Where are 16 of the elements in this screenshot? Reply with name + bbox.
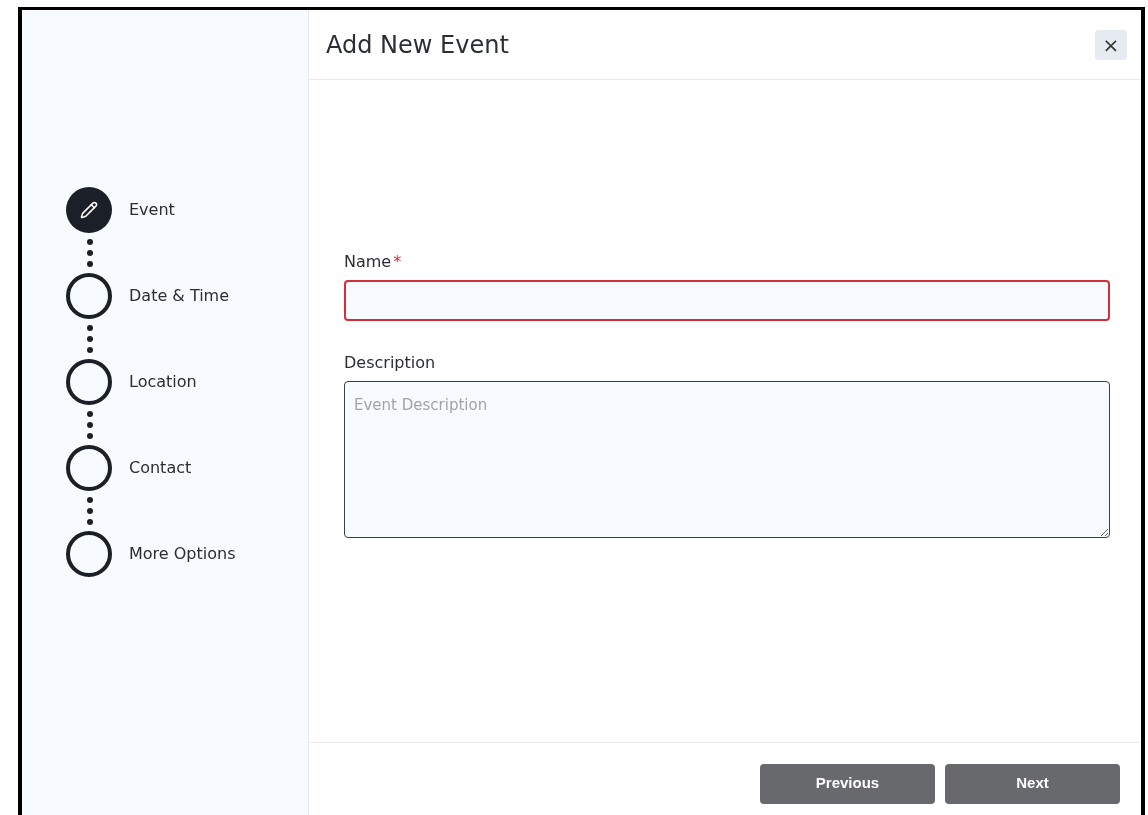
required-mark: * bbox=[393, 251, 402, 273]
description-textarea[interactable]: Event Description bbox=[344, 381, 1110, 538]
close-button[interactable]: × bbox=[1095, 29, 1127, 60]
previous-button[interactable]: Previous bbox=[760, 763, 935, 804]
field-label: Description bbox=[344, 352, 437, 374]
name-input[interactable] bbox=[344, 280, 1110, 321]
next-button[interactable]: Next bbox=[945, 763, 1120, 804]
step-label[interactable]: Date & Time bbox=[129, 284, 230, 308]
step-label[interactable]: Location bbox=[129, 370, 197, 394]
pencil-icon bbox=[80, 201, 98, 219]
dialog-title: Add New Event bbox=[326, 29, 509, 61]
step-label[interactable]: More Options bbox=[129, 542, 236, 566]
step-label[interactable]: Event bbox=[129, 198, 175, 222]
field-label: Name bbox=[344, 251, 392, 273]
active-step-marker[interactable] bbox=[66, 187, 112, 233]
step-label[interactable]: Contact bbox=[129, 456, 192, 480]
